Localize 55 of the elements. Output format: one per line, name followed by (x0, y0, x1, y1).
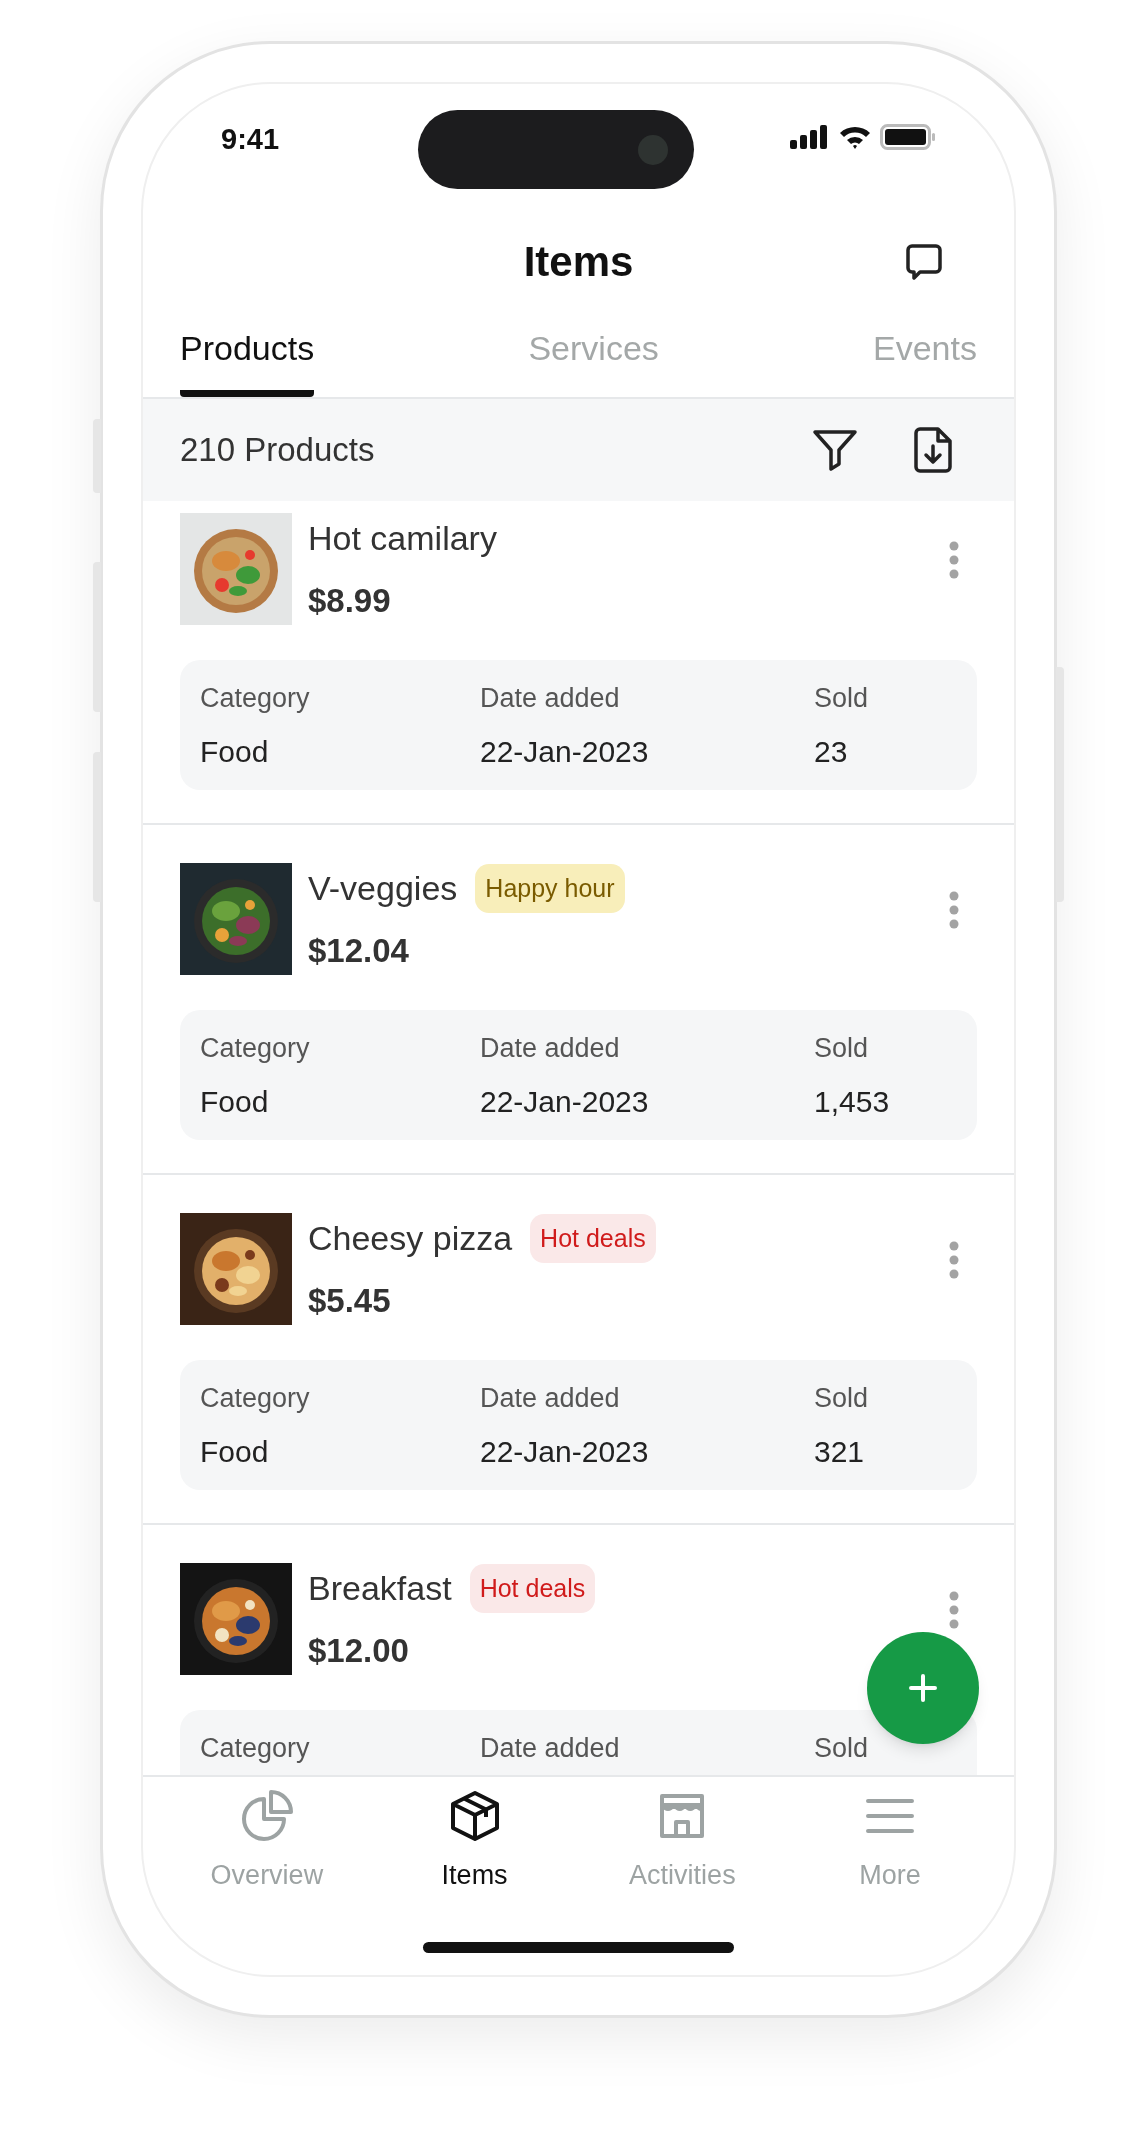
product-price: $5.45 (308, 1280, 391, 1321)
page-title: Items (523, 236, 634, 287)
detail-label: Date added (480, 1032, 621, 1065)
pie-chart-icon (239, 1789, 294, 1843)
nav-tab[interactable]: Activities (582, 1789, 783, 1896)
detail-value: 22-Jan-2023 (480, 1433, 650, 1470)
nav-tab[interactable]: Items (374, 1789, 575, 1896)
detail-label: Date added (480, 682, 621, 715)
tab[interactable]: Events (873, 323, 977, 397)
more-icon[interactable] (949, 891, 959, 929)
detail-label: Sold (814, 1732, 870, 1765)
plus-icon (908, 1673, 938, 1703)
product-price: $8.99 (308, 580, 391, 621)
menu-icon (865, 1796, 916, 1836)
detail-value: 1,453 (814, 1083, 891, 1120)
box-icon (448, 1790, 501, 1842)
detail-label: Category (200, 1732, 311, 1765)
tab[interactable]: Services (528, 323, 659, 397)
more-icon[interactable] (949, 1241, 959, 1279)
detail-value: 321 (814, 1433, 866, 1470)
detail-value: Food (200, 733, 270, 770)
chat-icon[interactable] (904, 242, 944, 282)
detail-value: Food (200, 1433, 270, 1470)
detail-value: 22-Jan-2023 (480, 733, 650, 770)
detail-label: Category (200, 682, 311, 715)
product-tag: Hot deals (469, 1563, 596, 1613)
product-price: $12.04 (308, 930, 409, 971)
detail-label: Sold (814, 1032, 870, 1065)
more-icon[interactable] (949, 1591, 959, 1629)
battery-icon (880, 124, 936, 150)
product-name: Cheesy pizza (308, 1217, 513, 1259)
product-name: Hot camilary (308, 517, 497, 559)
product-tag: Hot deals (530, 1213, 656, 1263)
detail-label: Sold (814, 1382, 870, 1415)
detail-label: Category (200, 1032, 311, 1065)
product-price: $12.00 (308, 1630, 409, 1671)
detail-label: Sold (814, 682, 870, 715)
filter-icon[interactable] (812, 428, 858, 472)
detail-value: Food (200, 1083, 270, 1120)
product-name: Breakfast (308, 1567, 452, 1609)
detail-label: Date added (480, 1382, 621, 1415)
product-name: V-veggies (308, 867, 458, 909)
wifi-icon (838, 124, 872, 150)
nav-tab[interactable]: More (790, 1789, 991, 1896)
status-time: 9:41 (221, 122, 281, 157)
file-download-icon[interactable] (914, 427, 952, 473)
product-count: 210 Products (180, 430, 375, 471)
detail-label: Date added (480, 1732, 621, 1765)
more-icon[interactable] (949, 541, 959, 579)
signal-icon (790, 125, 830, 149)
product-tag: Happy hour (475, 863, 625, 913)
detail-value: 23 (814, 733, 849, 770)
detail-value: 22-Jan-2023 (480, 1083, 650, 1120)
nav-tab[interactable]: Overview (166, 1789, 367, 1896)
detail-label: Category (200, 1382, 311, 1415)
